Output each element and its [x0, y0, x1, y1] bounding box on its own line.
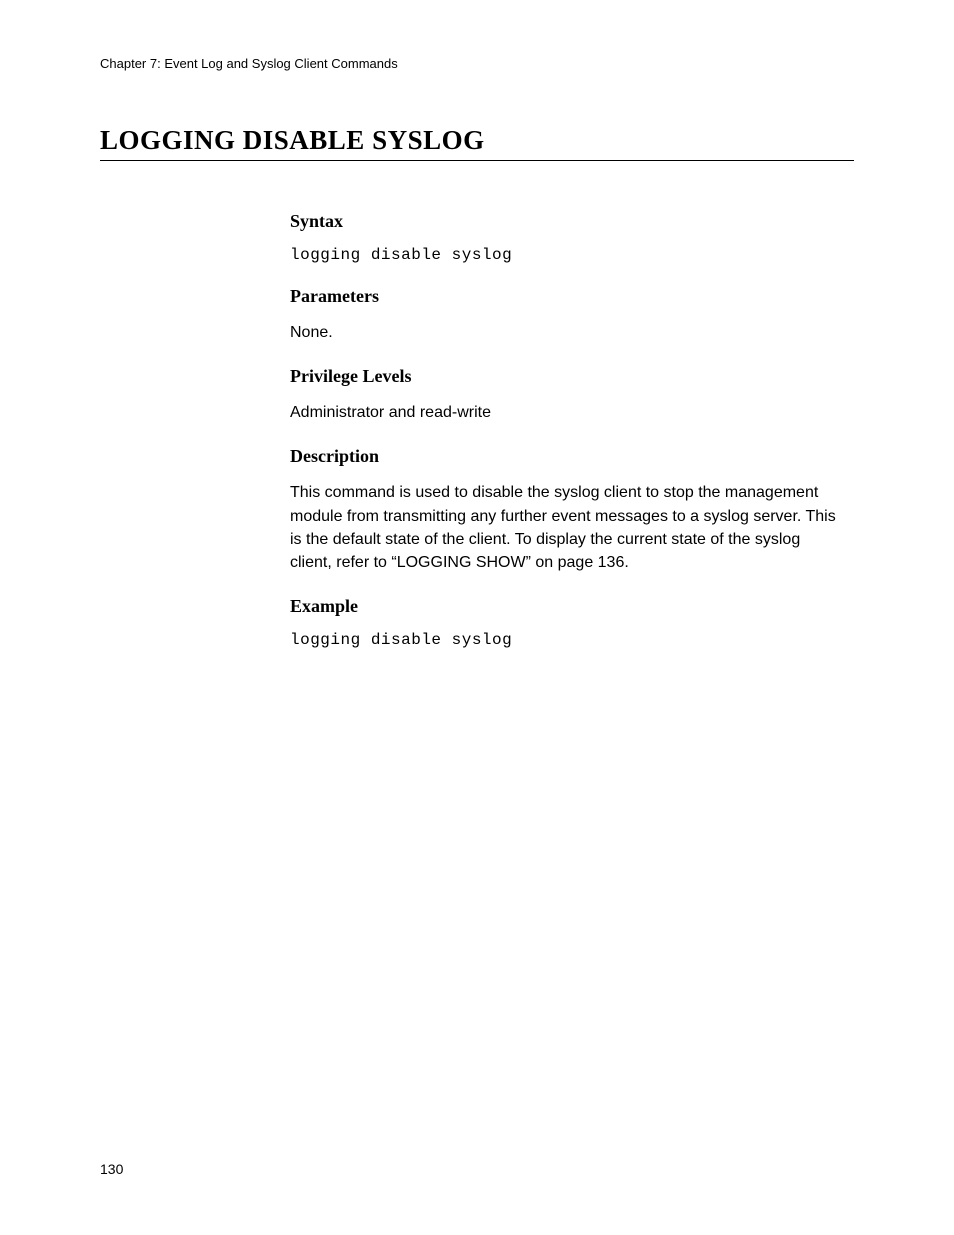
- parameters-text: None.: [290, 321, 840, 344]
- page-number: 130: [100, 1161, 123, 1177]
- syntax-code: logging disable syslog: [290, 246, 840, 264]
- page-title: LOGGING DISABLE SYSLOG: [100, 125, 854, 161]
- privilege-text: Administrator and read-write: [290, 401, 840, 424]
- running-header: Chapter 7: Event Log and Syslog Client C…: [100, 56, 854, 71]
- privilege-heading: Privilege Levels: [290, 366, 840, 387]
- body-column: Syntax logging disable syslog Parameters…: [290, 211, 840, 649]
- description-text: This command is used to disable the sysl…: [290, 481, 840, 574]
- description-heading: Description: [290, 446, 840, 467]
- example-code: logging disable syslog: [290, 631, 840, 649]
- syntax-heading: Syntax: [290, 211, 840, 232]
- parameters-heading: Parameters: [290, 286, 840, 307]
- example-heading: Example: [290, 596, 840, 617]
- page-container: Chapter 7: Event Log and Syslog Client C…: [0, 0, 954, 1235]
